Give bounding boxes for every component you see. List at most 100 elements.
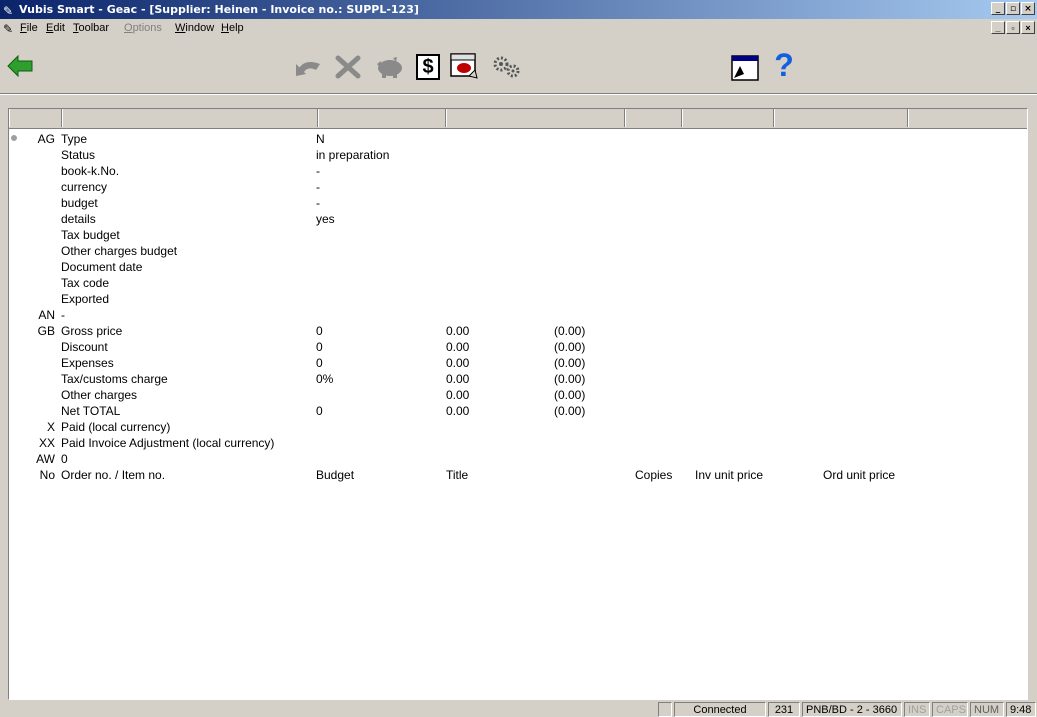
menu-window[interactable]: Window — [175, 19, 214, 37]
menu-options[interactable]: Options — [124, 19, 162, 37]
field-value: - — [316, 196, 320, 210]
field-amount: 0.00 — [446, 340, 470, 354]
close-button[interactable]: × — [1021, 2, 1035, 15]
document-icon[interactable]: ✎ — [3, 20, 13, 38]
field-code: AG — [37, 132, 55, 146]
field-row[interactable]: Exported — [9, 291, 1027, 307]
field-local-amount: (0.00) — [554, 356, 586, 370]
items-header-row: No Order no. / Item no. Budget Title Cop… — [9, 467, 1027, 483]
field-row[interactable]: Tax/customs charge 0% 0.00 (0.00) — [9, 371, 1027, 387]
field-label: 0 — [61, 452, 68, 466]
field-local-amount: (0.00) — [554, 404, 586, 418]
field-value: 0 — [316, 404, 323, 418]
items-header-ord-unit-price: Ord unit price — [823, 468, 896, 482]
column-header[interactable] — [9, 109, 62, 127]
field-label: book-k.No. — [61, 164, 120, 178]
field-row[interactable]: AN - — [9, 307, 1027, 323]
status-pane-empty — [658, 702, 672, 717]
field-value: in preparation — [316, 148, 390, 162]
toolbar: $ ? — [0, 38, 1037, 92]
gears-icon[interactable] — [490, 54, 524, 80]
field-label: budget — [61, 196, 98, 210]
menu-toolbar[interactable]: Toolbar — [73, 19, 109, 37]
field-value: 0 — [316, 340, 323, 354]
status-caps: CAPS — [932, 702, 968, 717]
field-amount: 0.00 — [446, 404, 470, 418]
dollar-icon[interactable]: $ — [416, 54, 440, 80]
title-bar: ✎ Vubis Smart - Geac - [Supplier: Heinen… — [0, 0, 1037, 19]
field-code: AN — [38, 308, 55, 322]
column-header[interactable] — [682, 109, 774, 127]
items-header-title: Title — [446, 468, 469, 482]
mdi-minimize-button[interactable]: _ — [991, 21, 1005, 34]
toolbar-separator — [0, 93, 1037, 95]
field-label: Paid Invoice Adjustment (local currency) — [61, 436, 275, 450]
column-header[interactable] — [446, 109, 625, 127]
field-local-amount: (0.00) — [554, 340, 586, 354]
calendar-icon[interactable] — [449, 52, 481, 80]
field-label: - — [61, 308, 65, 322]
back-arrow-icon[interactable] — [6, 54, 34, 78]
field-value: yes — [316, 212, 335, 226]
field-label: Tax budget — [61, 228, 120, 242]
field-row[interactable]: Tax code — [9, 275, 1027, 291]
field-row[interactable]: XX Paid Invoice Adjustment (local curren… — [9, 435, 1027, 451]
field-row[interactable]: Expenses 0 0.00 (0.00) — [9, 355, 1027, 371]
field-label: Status — [61, 148, 96, 162]
field-code: XX — [38, 436, 55, 450]
field-row[interactable]: X Paid (local currency) — [9, 419, 1027, 435]
field-value: N — [316, 132, 325, 146]
window-controls: _ ▫ × — [991, 2, 1035, 15]
field-value: 0 — [316, 324, 323, 338]
menu-file[interactable]: File — [20, 19, 38, 37]
column-header[interactable] — [625, 109, 682, 127]
field-amount: 0.00 — [446, 356, 470, 370]
field-row[interactable]: Status in preparation — [9, 147, 1027, 163]
column-header[interactable] — [62, 109, 318, 127]
undo-icon[interactable] — [294, 54, 324, 80]
window-icon[interactable] — [730, 54, 760, 82]
items-header-order: Order no. / Item no. — [61, 468, 166, 482]
field-row[interactable]: Discount 0 0.00 (0.00) — [9, 339, 1027, 355]
field-row[interactable]: GB Gross price 0 0.00 (0.00) — [9, 323, 1027, 339]
minimize-button[interactable]: _ — [991, 2, 1005, 15]
field-value: 0% — [316, 372, 334, 386]
field-label: Type — [61, 132, 88, 146]
field-row[interactable]: details yes — [9, 211, 1027, 227]
help-icon[interactable]: ? — [771, 47, 797, 83]
field-row[interactable]: Tax budget — [9, 227, 1027, 243]
status-num: NUM — [970, 702, 1004, 717]
field-row[interactable]: AG Type N — [9, 131, 1027, 147]
mdi-restore-button[interactable]: ▫ — [1006, 21, 1020, 34]
column-header[interactable] — [908, 109, 1027, 127]
field-label: Discount — [61, 340, 108, 354]
field-row[interactable]: budget - — [9, 195, 1027, 211]
field-label: Gross price — [61, 324, 123, 338]
status-location: PNB/BD - 2 - 3660 — [802, 702, 902, 717]
invoice-detail-panel[interactable]: AG Type N Status in preparation book-k.N… — [8, 108, 1028, 700]
field-local-amount: (0.00) — [554, 388, 586, 402]
field-label: Other charges — [61, 388, 138, 402]
field-row[interactable]: Other charges budget — [9, 243, 1027, 259]
field-row[interactable]: Other charges 0.00 (0.00) — [9, 387, 1027, 403]
field-row[interactable]: Net TOTAL 0 0.00 (0.00) — [9, 403, 1027, 419]
field-row[interactable]: AW 0 — [9, 451, 1027, 467]
mdi-window-controls: _ ▫ × — [991, 21, 1035, 34]
column-header[interactable] — [318, 109, 446, 127]
field-row[interactable]: Document date — [9, 259, 1027, 275]
mdi-close-button[interactable]: × — [1021, 21, 1035, 34]
field-row[interactable]: currency - — [9, 179, 1027, 195]
status-bar: Connected 231 PNB/BD - 2 - 3660 INS CAPS… — [0, 701, 1037, 717]
menu-help[interactable]: Help — [221, 19, 244, 37]
field-label: Document date — [61, 260, 143, 274]
field-value: - — [316, 164, 320, 178]
piggybank-icon[interactable] — [372, 54, 406, 80]
column-header[interactable] — [774, 109, 908, 127]
field-local-amount: (0.00) — [554, 324, 586, 338]
status-ins: INS — [904, 702, 930, 717]
delete-icon[interactable] — [333, 54, 363, 80]
field-row[interactable]: book-k.No. - — [9, 163, 1027, 179]
maximize-button[interactable]: ▫ — [1006, 2, 1020, 15]
menu-edit[interactable]: Edit — [46, 19, 65, 37]
status-time: 9:48 — [1006, 702, 1036, 717]
